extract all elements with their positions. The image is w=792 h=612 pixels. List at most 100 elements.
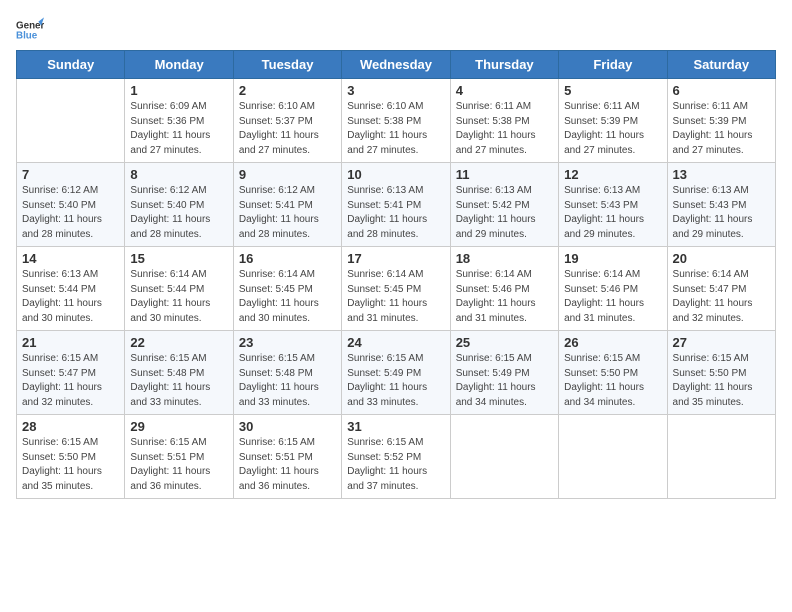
day-number: 11 <box>456 167 553 182</box>
calendar-cell: 2 Sunrise: 6:10 AMSunset: 5:37 PMDaylight… <box>233 79 341 163</box>
calendar-cell: 11 Sunrise: 6:13 AMSunset: 5:42 PMDayligh… <box>450 163 558 247</box>
calendar-cell: 20Sunrise: 6:14 AMSunset: 5:47 PMDayligh… <box>667 247 775 331</box>
day-of-week-header: Friday <box>559 51 667 79</box>
day-info: Sunrise: 6:14 AMSunset: 5:45 PMDaylight:… <box>347 268 444 326</box>
day-number: 18 <box>456 251 553 266</box>
calendar-cell: 23 Sunrise: 6:15 AMSunset: 5:48 PMDayligh… <box>233 331 341 415</box>
calendar-cell: 19 Sunrise: 6:14 AMSunset: 5:46 PMDayligh… <box>559 247 667 331</box>
day-of-week-header: Sunday <box>17 51 125 79</box>
calendar-cell: 17 Sunrise: 6:14 AMSunset: 5:45 PMDayligh… <box>342 247 450 331</box>
day-info: Sunrise: 6:11 AMSunset: 5:39 PMDaylight:… <box>673 100 770 158</box>
day-number: 24 <box>347 335 444 350</box>
day-info: Sunrise: 6:12 AMSunset: 5:40 PMDaylight:… <box>22 184 119 242</box>
day-number: 13 <box>673 167 770 182</box>
day-number: 21 <box>22 335 119 350</box>
day-info: Sunrise: 6:13 AMSunset: 5:43 PMDaylight:… <box>673 184 770 242</box>
day-number: 19 <box>564 251 661 266</box>
calendar-cell: 27 Sunrise: 6:15 AMSunset: 5:50 PMDayligh… <box>667 331 775 415</box>
calendar-cell: 25 Sunrise: 6:15 AMSunset: 5:49 PMDayligh… <box>450 331 558 415</box>
day-info: Sunrise: 6:12 AMSunset: 5:41 PMDaylight:… <box>239 184 336 242</box>
calendar-cell: 31 Sunrise: 6:15 AMSunset: 5:52 PMDayligh… <box>342 415 450 499</box>
day-info: Sunrise: 6:13 AMSunset: 5:42 PMDaylight:… <box>456 184 553 242</box>
day-number: 7 <box>22 167 119 182</box>
calendar-cell: 8 Sunrise: 6:12 AMSunset: 5:40 PMDaylight… <box>125 163 233 247</box>
calendar-cell: 26 Sunrise: 6:15 AMSunset: 5:50 PMDayligh… <box>559 331 667 415</box>
calendar-cell: 16 Sunrise: 6:14 AMSunset: 5:45 PMDayligh… <box>233 247 341 331</box>
day-info: Sunrise: 6:15 AMSunset: 5:50 PMDaylight:… <box>673 352 770 410</box>
day-info: Sunrise: 6:14 AMSunset: 5:46 PMDaylight:… <box>456 268 553 326</box>
day-number: 10 <box>347 167 444 182</box>
day-number: 23 <box>239 335 336 350</box>
calendar-cell: 14Sunrise: 6:13 AMSunset: 5:44 PMDayligh… <box>17 247 125 331</box>
day-number: 17 <box>347 251 444 266</box>
day-number: 5 <box>564 83 661 98</box>
day-info: Sunrise: 6:14 AMSunset: 5:46 PMDaylight:… <box>564 268 661 326</box>
day-info: Sunrise: 6:11 AMSunset: 5:38 PMDaylight:… <box>456 100 553 158</box>
calendar-cell: 1 Sunrise: 6:09 AMSunset: 5:36 PMDaylight… <box>125 79 233 163</box>
calendar-cell: 9 Sunrise: 6:12 AMSunset: 5:41 PMDaylight… <box>233 163 341 247</box>
day-info: Sunrise: 6:14 AMSunset: 5:47 PMDaylight:… <box>673 268 770 326</box>
calendar-week-row: 28 Sunrise: 6:15 AMSunset: 5:50 PMDayligh… <box>17 415 776 499</box>
day-number: 1 <box>130 83 227 98</box>
logo-icon: General Blue <box>16 16 44 44</box>
day-of-week-header: Tuesday <box>233 51 341 79</box>
calendar-cell: 28 Sunrise: 6:15 AMSunset: 5:50 PMDayligh… <box>17 415 125 499</box>
day-info: Sunrise: 6:15 AMSunset: 5:49 PMDaylight:… <box>456 352 553 410</box>
calendar-cell: 7 Sunrise: 6:12 AMSunset: 5:40 PMDaylight… <box>17 163 125 247</box>
day-number: 28 <box>22 419 119 434</box>
day-info: Sunrise: 6:15 AMSunset: 5:52 PMDaylight:… <box>347 436 444 494</box>
calendar-cell <box>667 415 775 499</box>
day-number: 16 <box>239 251 336 266</box>
calendar-cell: 6 Sunrise: 6:11 AMSunset: 5:39 PMDaylight… <box>667 79 775 163</box>
calendar-table: SundayMondayTuesdayWednesdayThursdayFrid… <box>16 50 776 499</box>
day-info: Sunrise: 6:13 AMSunset: 5:41 PMDaylight:… <box>347 184 444 242</box>
day-of-week-header: Monday <box>125 51 233 79</box>
page-header: General Blue <box>16 16 776 44</box>
calendar-cell: 10 Sunrise: 6:13 AMSunset: 5:41 PMDayligh… <box>342 163 450 247</box>
day-info: Sunrise: 6:15 AMSunset: 5:51 PMDaylight:… <box>239 436 336 494</box>
day-info: Sunrise: 6:10 AMSunset: 5:37 PMDaylight:… <box>239 100 336 158</box>
day-info: Sunrise: 6:09 AMSunset: 5:36 PMDaylight:… <box>130 100 227 158</box>
calendar-week-row: 21 Sunrise: 6:15 AMSunset: 5:47 PMDayligh… <box>17 331 776 415</box>
day-of-week-header: Saturday <box>667 51 775 79</box>
day-number: 15 <box>130 251 227 266</box>
calendar-header: SundayMondayTuesdayWednesdayThursdayFrid… <box>17 51 776 79</box>
day-number: 3 <box>347 83 444 98</box>
day-info: Sunrise: 6:15 AMSunset: 5:50 PMDaylight:… <box>22 436 119 494</box>
day-number: 9 <box>239 167 336 182</box>
day-number: 31 <box>347 419 444 434</box>
svg-text:Blue: Blue <box>16 30 38 41</box>
day-number: 6 <box>673 83 770 98</box>
day-number: 2 <box>239 83 336 98</box>
day-info: Sunrise: 6:14 AMSunset: 5:44 PMDaylight:… <box>130 268 227 326</box>
day-info: Sunrise: 6:15 AMSunset: 5:50 PMDaylight:… <box>564 352 661 410</box>
day-info: Sunrise: 6:14 AMSunset: 5:45 PMDaylight:… <box>239 268 336 326</box>
day-number: 25 <box>456 335 553 350</box>
day-of-week-header: Wednesday <box>342 51 450 79</box>
day-number: 22 <box>130 335 227 350</box>
day-info: Sunrise: 6:15 AMSunset: 5:47 PMDaylight:… <box>22 352 119 410</box>
calendar-cell <box>559 415 667 499</box>
day-info: Sunrise: 6:11 AMSunset: 5:39 PMDaylight:… <box>564 100 661 158</box>
calendar-cell: 22 Sunrise: 6:15 AMSunset: 5:48 PMDayligh… <box>125 331 233 415</box>
calendar-body: 1 Sunrise: 6:09 AMSunset: 5:36 PMDaylight… <box>17 79 776 499</box>
calendar-cell: 4 Sunrise: 6:11 AMSunset: 5:38 PMDaylight… <box>450 79 558 163</box>
calendar-cell: 5 Sunrise: 6:11 AMSunset: 5:39 PMDaylight… <box>559 79 667 163</box>
day-of-week-header: Thursday <box>450 51 558 79</box>
calendar-cell: 15 Sunrise: 6:14 AMSunset: 5:44 PMDayligh… <box>125 247 233 331</box>
calendar-cell <box>17 79 125 163</box>
day-info: Sunrise: 6:15 AMSunset: 5:51 PMDaylight:… <box>130 436 227 494</box>
calendar-week-row: 1 Sunrise: 6:09 AMSunset: 5:36 PMDaylight… <box>17 79 776 163</box>
day-number: 30 <box>239 419 336 434</box>
day-info: Sunrise: 6:15 AMSunset: 5:48 PMDaylight:… <box>239 352 336 410</box>
day-number: 4 <box>456 83 553 98</box>
day-number: 27 <box>673 335 770 350</box>
day-number: 8 <box>130 167 227 182</box>
day-info: Sunrise: 6:15 AMSunset: 5:48 PMDaylight:… <box>130 352 227 410</box>
calendar-week-row: 7 Sunrise: 6:12 AMSunset: 5:40 PMDaylight… <box>17 163 776 247</box>
calendar-cell: 24Sunrise: 6:15 AMSunset: 5:49 PMDayligh… <box>342 331 450 415</box>
day-info: Sunrise: 6:12 AMSunset: 5:40 PMDaylight:… <box>130 184 227 242</box>
day-number: 26 <box>564 335 661 350</box>
calendar-week-row: 14Sunrise: 6:13 AMSunset: 5:44 PMDayligh… <box>17 247 776 331</box>
calendar-cell: 13 Sunrise: 6:13 AMSunset: 5:43 PMDayligh… <box>667 163 775 247</box>
